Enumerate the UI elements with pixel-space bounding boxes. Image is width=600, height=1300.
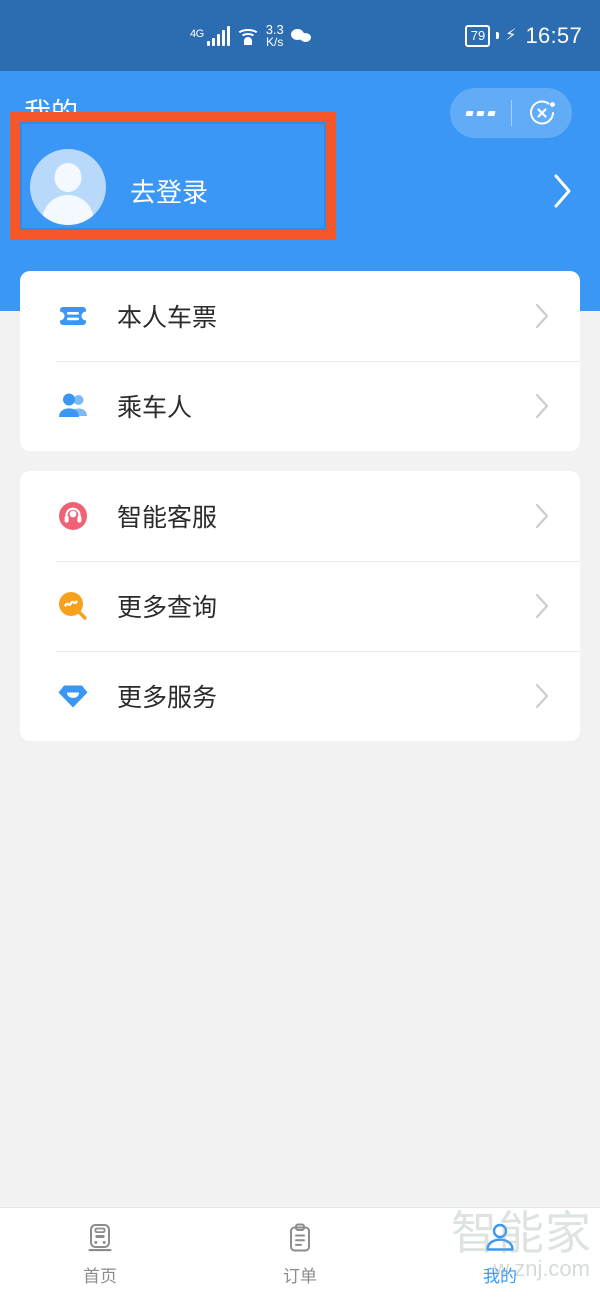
network-speed-value: 3.3: [265, 21, 284, 37]
diamond-smile-icon: [56, 679, 90, 713]
chevron-right-icon: [534, 592, 550, 620]
charging-bolt-icon: ⚡: [505, 26, 517, 44]
battery-icon: 79: [464, 24, 491, 47]
clipboard-icon: [283, 1222, 317, 1256]
menu-item-label: 更多查询: [117, 594, 218, 622]
status-bar: 4G 3.3 K/s 79 ⚡ 16:57: [0, 0, 600, 71]
chevron-right-icon: [534, 502, 550, 530]
battery-level-label: 79: [470, 27, 486, 43]
tab-label: 首页: [83, 1266, 117, 1286]
network-speed: 3.3 K/s: [266, 23, 284, 49]
wechat-icon: [290, 27, 313, 45]
tab-mine[interactable]: 我的: [400, 1208, 600, 1300]
tab-label: 订单: [283, 1266, 317, 1286]
tab-orders[interactable]: 订单: [200, 1208, 400, 1300]
bottom-tab-bar: 首页 订单 我的: [0, 1207, 600, 1300]
signal-bars-icon: [206, 25, 230, 46]
menu-card-services: 智能客服 更多查询 更多服务: [20, 471, 580, 741]
tab-home[interactable]: 首页: [0, 1208, 200, 1300]
wifi-icon: [235, 27, 260, 45]
train-icon: [83, 1222, 117, 1256]
chevron-right-icon: [552, 172, 574, 210]
close-icon: [527, 98, 557, 128]
menu-item-label: 更多服务: [117, 684, 218, 712]
page-title: 我的: [24, 98, 78, 128]
miniprogram-capsule[interactable]: [450, 88, 572, 138]
menu-card-tickets: 本人车票 乘车人: [20, 271, 580, 451]
login-entry-row[interactable]: 去登录: [0, 135, 600, 247]
menu-item-label: 本人车票: [117, 304, 218, 332]
menu-item-smart-service[interactable]: 智能客服: [20, 471, 580, 561]
status-bar-right: 79 ⚡ 16:57: [464, 0, 582, 71]
menu-item-more-services[interactable]: 更多服务: [20, 651, 580, 741]
search-wave-icon: [56, 589, 90, 623]
status-bar-center: 4G 3.3 K/s: [190, 0, 313, 71]
person-icon: [483, 1222, 517, 1256]
headset-icon: [56, 499, 90, 533]
network-speed-unit: K/s: [266, 34, 284, 49]
chevron-right-icon: [534, 682, 550, 710]
network-type-label: 4G: [190, 28, 204, 40]
tab-label: 我的: [483, 1266, 517, 1286]
chevron-right-icon: [534, 302, 550, 330]
menu-item-label: 智能客服: [117, 504, 218, 532]
more-menu-button[interactable]: [450, 110, 511, 116]
avatar: [30, 149, 106, 225]
menu-item-more-queries[interactable]: 更多查询: [20, 561, 580, 651]
close-button[interactable]: [512, 98, 573, 128]
login-label: 去登录: [130, 177, 209, 208]
battery-tip-icon: [496, 32, 500, 39]
menu-item-passengers[interactable]: 乘车人: [20, 361, 580, 451]
chevron-right-icon: [534, 392, 550, 420]
clock-label: 16:57: [525, 22, 582, 48]
app-screen: 4G 3.3 K/s 79 ⚡ 16:57 我的 去登录 本人车票 乘车人 智能…: [0, 0, 600, 1300]
ticket-icon: [56, 299, 90, 333]
menu-item-my-tickets[interactable]: 本人车票: [20, 271, 580, 361]
menu-item-label: 乘车人: [117, 394, 193, 422]
passengers-icon: [56, 389, 90, 423]
